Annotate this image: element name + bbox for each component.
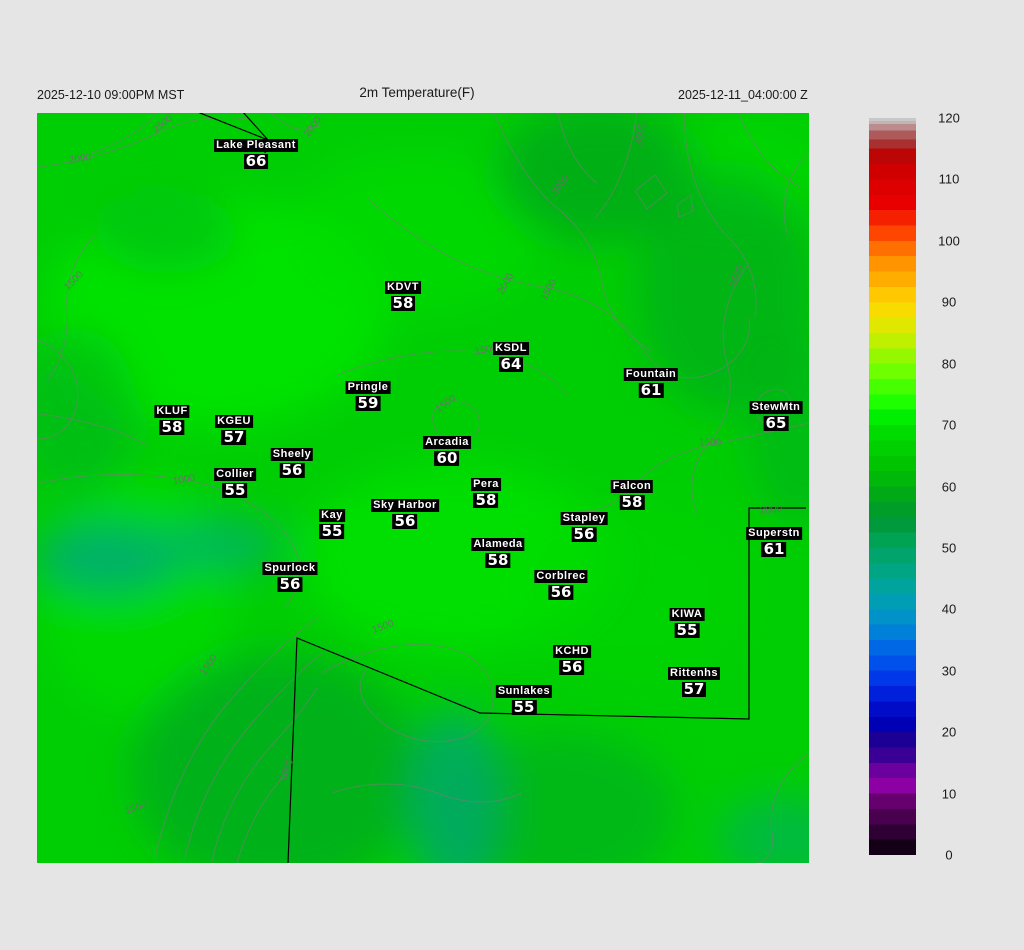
station-sky-harbor: Sky Harbor 56 [371, 499, 439, 529]
station-temperature: 65 [763, 414, 789, 432]
station-temperature: 58 [473, 491, 499, 509]
station-temperature: 55 [319, 522, 345, 540]
colorbar-tick-120: 120 [938, 110, 960, 126]
station-name: StewMtn [749, 401, 803, 414]
station-collier: Collier 55 [214, 468, 256, 498]
station-name: Lake Pleasant [214, 139, 298, 152]
station-kay: Kay 55 [319, 509, 345, 539]
contour-elevation-label: 2000 [759, 503, 783, 517]
station-name: KIWA [669, 608, 705, 621]
station-pera: Pera 58 [471, 478, 501, 508]
station-sheely: Sheely 56 [270, 448, 314, 479]
station-name: KSDL [493, 342, 529, 355]
colorbar-tick-30: 30 [941, 663, 957, 679]
station-fountain: Fountain 61 [623, 368, 679, 399]
station-stewmtn: StewMtn 65 [749, 401, 803, 432]
station-temperature: 61 [761, 540, 787, 558]
colorbar-tick-80: 80 [941, 356, 957, 372]
station-temperature: 58 [485, 551, 511, 569]
station-temperature: 58 [390, 294, 416, 312]
contour-elevation-label: 1500 [698, 437, 722, 449]
station-temperature: 56 [392, 512, 418, 530]
station-name: Kay [319, 509, 345, 522]
station-kiwa: KIWA 55 [669, 608, 705, 639]
station-kchd: KCHD 56 [553, 645, 591, 675]
station-name: Arcadia [423, 436, 471, 449]
station-corblrec: Corblrec 56 [534, 570, 588, 601]
page-title: 2m Temperature(F) [0, 85, 1024, 100]
station-temperature: 56 [279, 461, 305, 479]
station-temperature: 57 [681, 680, 707, 698]
station-falcon: Falcon 58 [610, 480, 654, 511]
station-temperature: 56 [571, 525, 597, 543]
colorbar-tick-labels: 120 110 100 90 80 70 60 50 40 30 20 10 0 [929, 111, 989, 863]
station-name: KDVT [385, 281, 421, 294]
temperature-map[interactable]: 2000 2500 2000 1500 3500 3000 2500 2000 1500 1500… [37, 113, 809, 863]
colorbar-tick-50: 50 [941, 540, 957, 556]
station-temperature: 56 [548, 583, 574, 601]
valid-time-utc: 2025-12-11_04:00:00 Z [678, 88, 808, 102]
colorbar-tick-60: 60 [941, 479, 957, 494]
colorbar-tick-10: 10 [941, 786, 957, 802]
colorbar-tick-70: 70 [941, 417, 957, 433]
station-alameda: Alameda 58 [471, 538, 525, 569]
station-sunlakes: Sunlakes 55 [495, 685, 553, 716]
station-name: Corblrec [534, 570, 588, 583]
station-name: Pringle [345, 381, 391, 394]
colorbar-tick-90: 90 [941, 294, 957, 310]
station-superstn: Superstn 61 [746, 527, 802, 557]
station-name: KLUF [154, 405, 190, 418]
station-spurlock: Spurlock 56 [262, 562, 318, 593]
station-rittenhs: Rittenhs 57 [668, 667, 720, 697]
station-name: Alameda [471, 538, 525, 551]
station-name: Fountain [623, 368, 679, 381]
station-ksdl: KSDL 64 [493, 342, 529, 372]
station-temperature: 58 [619, 493, 645, 511]
temperature-colorbar [869, 118, 916, 855]
station-temperature: 55 [222, 481, 248, 499]
colorbar-tick-110: 110 [938, 171, 960, 187]
station-name: Superstn [746, 527, 802, 540]
station-arcadia: Arcadia 60 [423, 436, 471, 466]
station-temperature: 57 [221, 428, 247, 446]
colorbar-tick-100: 100 [938, 233, 960, 249]
station-kdvt: KDVT 58 [385, 281, 421, 311]
station-temperature: 55 [511, 698, 537, 716]
station-temperature: 64 [498, 355, 524, 373]
colorbar-tick-20: 20 [941, 724, 957, 740]
station-name: Falcon [610, 480, 654, 493]
station-name: Stapley [560, 512, 608, 525]
station-temperature: 61 [638, 381, 664, 399]
station-name: Sky Harbor [371, 499, 439, 512]
station-name: Collier [214, 468, 256, 481]
station-name: Sheely [270, 448, 314, 461]
station-temperature: 56 [559, 658, 585, 676]
station-temperature: 55 [674, 621, 700, 639]
colorbar-tick-0: 0 [945, 847, 953, 863]
station-kluf: KLUF 58 [154, 405, 190, 436]
station-stapley: Stapley 56 [560, 512, 608, 543]
temperature-field [37, 113, 809, 863]
title-text: 2m Temperature(F) [359, 85, 475, 100]
station-name: KCHD [553, 645, 591, 658]
station-temperature: 58 [159, 418, 185, 436]
station-name: Rittenhs [668, 667, 720, 680]
colorbar-tick-40: 40 [941, 601, 957, 617]
station-temperature: 56 [277, 575, 303, 593]
station-name: Pera [471, 478, 501, 491]
station-pringle: Pringle 59 [345, 381, 391, 412]
station-temperature: 59 [355, 394, 381, 412]
station-lake-pleasant: Lake Pleasant 66 [214, 139, 298, 169]
station-temperature: 66 [243, 152, 269, 170]
station-name: Sunlakes [495, 685, 553, 698]
station-name: Spurlock [262, 562, 318, 575]
station-temperature: 60 [434, 449, 460, 467]
station-kgeu: KGEU 57 [215, 415, 253, 445]
station-name: KGEU [215, 415, 253, 428]
